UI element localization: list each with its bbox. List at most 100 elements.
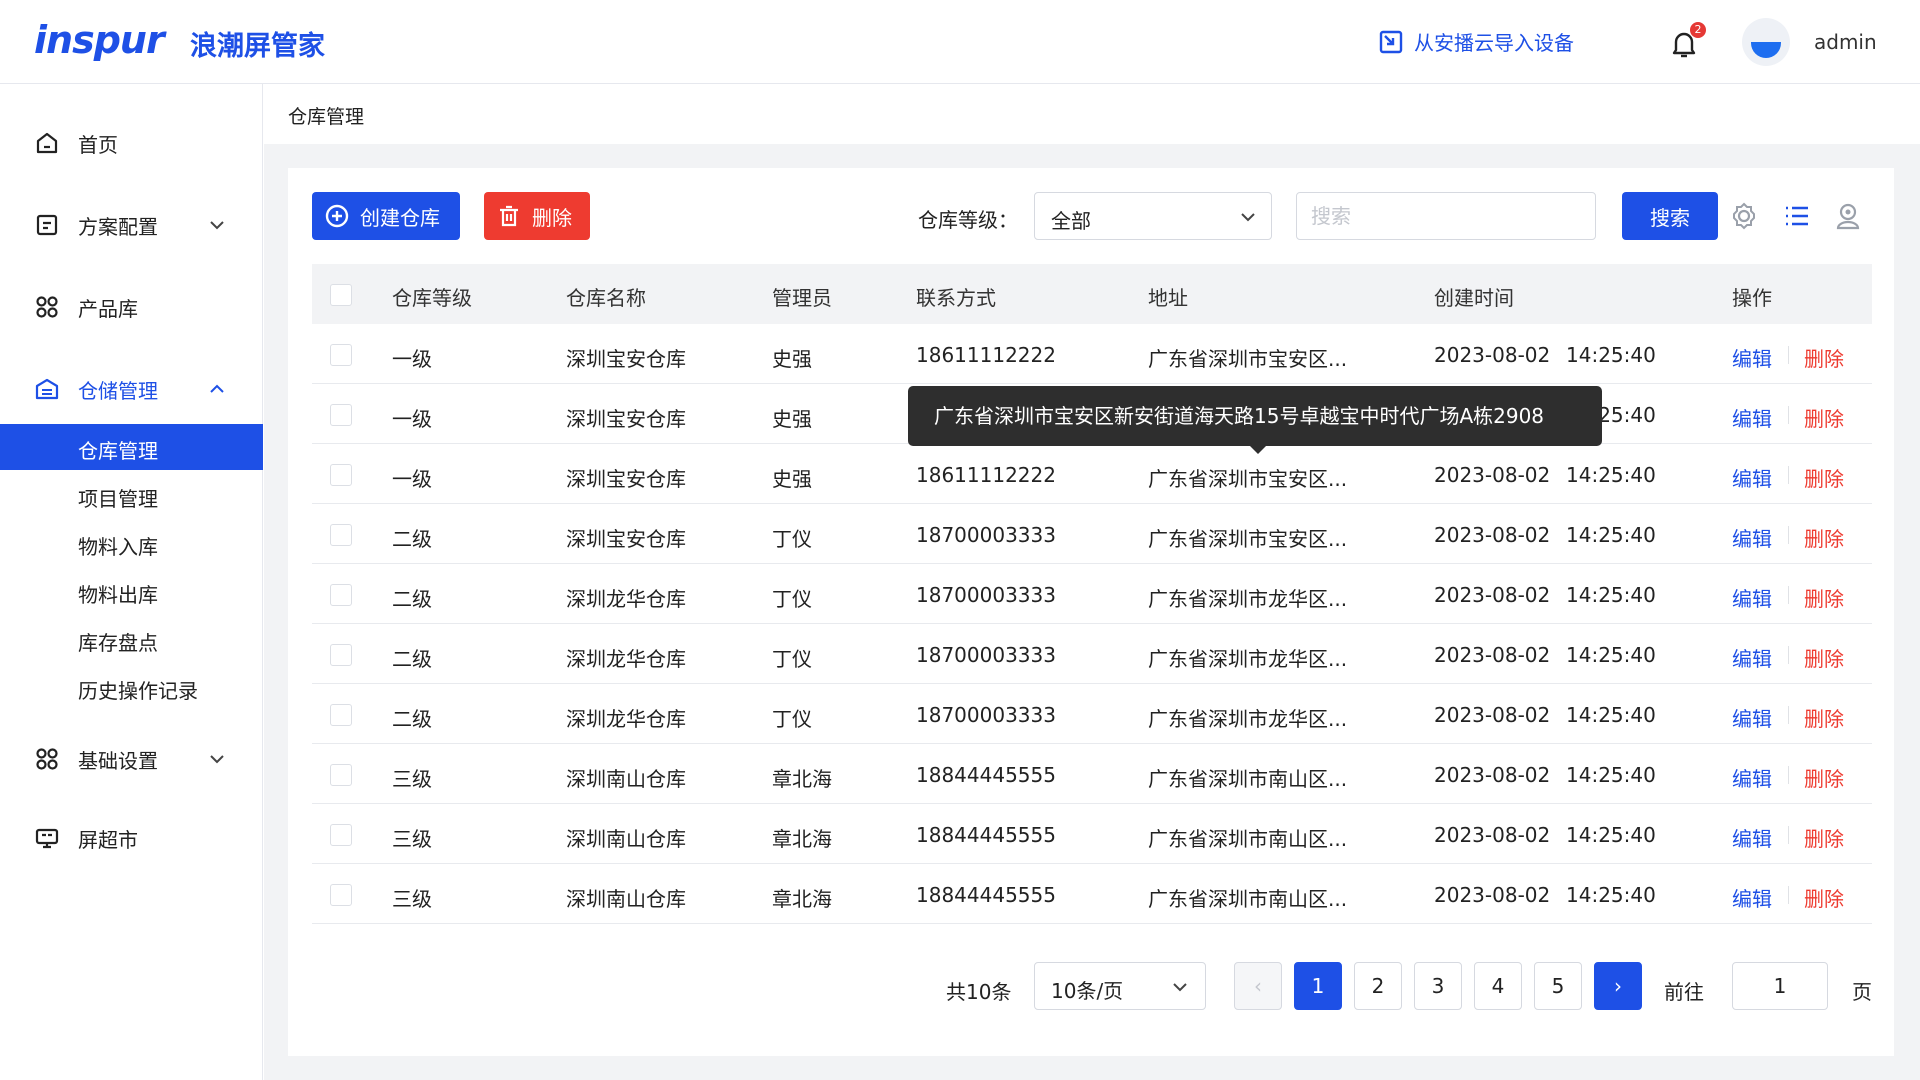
delete-link[interactable]: 删除 [1804, 463, 1844, 492]
page-button-1[interactable]: 1 [1294, 962, 1342, 1010]
cell-address: 广东省深圳市南山区... [1148, 827, 1348, 851]
sidebar-item-basic-settings[interactable]: 基础设置 [0, 734, 263, 784]
delete-link[interactable]: 删除 [1804, 883, 1844, 912]
trash-icon [500, 205, 518, 227]
sidebar-item-label: 首页 [78, 132, 118, 157]
row-checkbox[interactable] [330, 464, 352, 486]
row-checkbox[interactable] [330, 524, 352, 546]
breadcrumb-bar: 仓库管理 [264, 84, 1920, 144]
cell-address: 广东省深圳市南山区... [1148, 767, 1348, 791]
page-size-select[interactable]: 10条/页 [1034, 962, 1206, 1010]
avatar[interactable] [1742, 18, 1790, 66]
cell-address: 广东省深圳市龙华区... [1148, 587, 1348, 611]
store-icon [35, 828, 59, 849]
column-header: 仓库等级 [392, 286, 472, 310]
row-checkbox[interactable] [330, 344, 352, 366]
app-title: 浪潮屏管家 [190, 31, 325, 62]
chevron-down-icon [210, 755, 224, 764]
edit-link[interactable]: 编辑 [1732, 583, 1772, 612]
delete-link[interactable]: 删除 [1804, 763, 1844, 792]
tooltip-arrow [1250, 446, 1266, 454]
user-location-icon[interactable] [1832, 200, 1864, 232]
sidebar-subitem-operation-history[interactable]: 历史操作记录 [0, 664, 263, 710]
cell-level: 二级 [392, 707, 432, 731]
row-checkbox[interactable] [330, 404, 352, 426]
delete-link[interactable]: 删除 [1804, 643, 1844, 672]
table-row: 二级 深圳宝安仓库 丁仪 18700003333 广东省深圳市宝安区... 2023-08… [312, 504, 1872, 564]
create-warehouse-button[interactable]: 创建仓库 [312, 192, 460, 240]
row-checkbox[interactable] [330, 824, 352, 846]
level-filter-label: 仓库等级： [918, 208, 1018, 232]
edit-link[interactable]: 编辑 [1732, 763, 1772, 792]
level-filter-select[interactable]: 全部 [1034, 192, 1272, 240]
edit-link[interactable]: 编辑 [1732, 343, 1772, 372]
search-button[interactable]: 搜索 [1622, 192, 1718, 240]
edit-link[interactable]: 编辑 [1732, 463, 1772, 492]
goto-page-input[interactable] [1732, 962, 1828, 1010]
sidebar-item-storage[interactable]: 仓储管理 [0, 364, 263, 414]
cell-date: 2023-08-02 [1434, 523, 1551, 547]
page-button-4[interactable]: 4 [1474, 962, 1522, 1010]
action-divider [1788, 406, 1789, 424]
row-checkbox[interactable] [330, 884, 352, 906]
edit-link[interactable]: 编辑 [1732, 643, 1772, 672]
sidebar-item-label: 产品库 [78, 296, 138, 321]
prev-page-button[interactable]: ‹ [1234, 962, 1282, 1010]
page-button-2[interactable]: 2 [1354, 962, 1402, 1010]
username[interactable]: admin [1814, 30, 1877, 54]
select-all-checkbox[interactable] [330, 284, 352, 306]
delete-link[interactable]: 删除 [1804, 403, 1844, 432]
page-button-3[interactable]: 3 [1414, 962, 1462, 1010]
sidebar-subitem-warehouse-management[interactable]: 仓库管理 [0, 424, 263, 470]
cell-time: 14:25:40 [1566, 703, 1656, 727]
delete-link[interactable]: 删除 [1804, 523, 1844, 552]
page-button-5[interactable]: 5 [1534, 962, 1582, 1010]
edit-link[interactable]: 编辑 [1732, 883, 1772, 912]
delete-link[interactable]: 删除 [1804, 703, 1844, 732]
edit-link[interactable]: 编辑 [1732, 403, 1772, 432]
sidebar-item-screen-store[interactable]: 屏超市 [0, 813, 263, 863]
gear-icon[interactable] [1728, 200, 1760, 232]
sidebar-subitem-material-outbound[interactable]: 物料出库 [0, 568, 263, 614]
sidebar-subitem-inventory-check[interactable]: 库存盘点 [0, 616, 263, 662]
sidebar-item-product-library[interactable]: 产品库 [0, 282, 263, 332]
sidebar-item-label: 屏超市 [78, 827, 138, 852]
next-page-button[interactable]: › [1594, 962, 1642, 1010]
row-checkbox[interactable] [330, 704, 352, 726]
delete-link[interactable]: 删除 [1804, 583, 1844, 612]
sidebar-item-solution-config[interactable]: 方案配置 [0, 200, 263, 250]
cell-admin: 丁仪 [772, 707, 812, 731]
document-icon [36, 214, 58, 236]
cell-date: 2023-08-02 [1434, 583, 1551, 607]
cell-time: 14:25:40 [1566, 643, 1656, 667]
notification-bell[interactable]: 2 [1668, 22, 1706, 60]
search-input[interactable] [1296, 192, 1596, 240]
edit-link[interactable]: 编辑 [1732, 823, 1772, 852]
delete-link[interactable]: 删除 [1804, 823, 1844, 852]
import-devices-link[interactable]: 从安播云导入设备 [1378, 27, 1574, 56]
cell-date: 2023-08-02 [1434, 343, 1551, 367]
pagination: 共10条 10条/页 ‹ 1 2 3 4 5 › 前往 页 [288, 962, 1894, 1012]
edit-link[interactable]: 编辑 [1732, 523, 1772, 552]
column-header: 创建时间 [1434, 286, 1514, 310]
edit-link[interactable]: 编辑 [1732, 703, 1772, 732]
brand-logo[interactable]: inspur [34, 18, 165, 62]
import-link-label: 从安播云导入设备 [1414, 31, 1574, 55]
row-checkbox[interactable] [330, 584, 352, 606]
sidebar-item-home[interactable]: 首页 [0, 118, 263, 168]
column-header: 操作 [1732, 286, 1772, 310]
cell-date: 2023-08-02 [1434, 703, 1551, 727]
sidebar-subitem-project-management[interactable]: 项目管理 [0, 472, 263, 518]
delete-link[interactable]: 删除 [1804, 343, 1844, 372]
breadcrumb: 仓库管理 [288, 106, 365, 128]
cell-time: 14:25:40 [1566, 523, 1656, 547]
cell-phone: 18844445555 [916, 823, 1056, 847]
cell-admin: 史强 [772, 347, 812, 371]
row-checkbox[interactable] [330, 644, 352, 666]
row-checkbox[interactable] [330, 764, 352, 786]
sidebar-subitem-material-inbound[interactable]: 物料入库 [0, 520, 263, 566]
action-divider [1788, 706, 1789, 724]
delete-button[interactable]: 删除 [484, 192, 590, 240]
cell-admin: 丁仪 [772, 527, 812, 551]
list-icon[interactable] [1780, 200, 1812, 232]
